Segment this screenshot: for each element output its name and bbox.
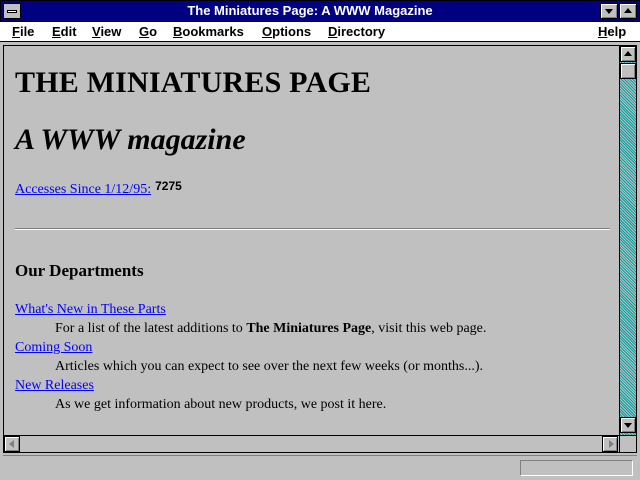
scroll-down-icon xyxy=(624,423,632,428)
horizontal-rule xyxy=(15,228,610,230)
new-releases-description: As we get information about new products… xyxy=(55,397,387,412)
menu-view[interactable]: View xyxy=(92,24,121,39)
access-count: 7275 xyxy=(155,179,182,193)
maximize-button[interactable] xyxy=(619,3,637,19)
system-menu-button[interactable] xyxy=(3,3,21,19)
access-counter: Accesses Since 1/12/95: 7275 xyxy=(15,179,182,198)
scroll-up-button[interactable] xyxy=(620,46,636,62)
coming-soon-description: Articles which you can expect to see ove… xyxy=(55,359,484,374)
vertical-scrollbar[interactable] xyxy=(619,46,636,435)
menu-help[interactable]: Help xyxy=(598,24,626,39)
scroll-left-icon xyxy=(9,440,14,448)
menu-go[interactable]: Go xyxy=(139,24,157,39)
menu-bar: File Edit View Go Bookmarks Options Dire… xyxy=(0,22,640,42)
scroll-left-button[interactable] xyxy=(4,436,20,452)
vertical-scroll-thumb[interactable] xyxy=(620,63,636,79)
menu-bookmarks[interactable]: Bookmarks xyxy=(173,24,244,39)
whats-new-link[interactable]: What's New in These Parts xyxy=(15,302,166,318)
page-title: THE MINIATURES PAGE xyxy=(15,66,372,99)
new-releases-link[interactable]: New Releases xyxy=(15,378,94,394)
menu-edit[interactable]: Edit xyxy=(52,24,77,39)
menu-file[interactable]: File xyxy=(12,24,34,39)
minimize-icon xyxy=(605,9,613,14)
menu-directory[interactable]: Directory xyxy=(328,24,385,39)
status-progress-field xyxy=(520,460,633,476)
whats-new-description: For a list of the latest additions to Th… xyxy=(55,321,487,336)
page-subtitle: A WWW magazine xyxy=(15,123,246,156)
scroll-down-button[interactable] xyxy=(620,417,636,433)
status-bar xyxy=(3,455,637,478)
horizontal-scrollbar[interactable] xyxy=(4,435,619,452)
document-frame: THE MINIATURES PAGE A WWW magazine Acces… xyxy=(3,45,637,453)
scroll-up-icon xyxy=(624,51,632,56)
document-area: THE MINIATURES PAGE A WWW magazine Acces… xyxy=(4,46,619,435)
coming-soon-link[interactable]: Coming Soon xyxy=(15,340,92,356)
system-menu-icon xyxy=(7,10,17,13)
scroll-right-button[interactable] xyxy=(602,436,618,452)
window-title: The Miniatures Page: A WWW Magazine xyxy=(187,3,433,18)
scroll-right-icon xyxy=(609,440,614,448)
scrollbar-corner xyxy=(619,435,636,452)
maximize-icon xyxy=(624,8,632,13)
title-bar: The Miniatures Page: A WWW Magazine xyxy=(0,0,640,22)
departments-heading: Our Departments xyxy=(15,261,144,280)
accesses-link[interactable]: Accesses Since 1/12/95: xyxy=(15,182,151,197)
menu-options[interactable]: Options xyxy=(262,24,311,39)
minimize-button[interactable] xyxy=(600,3,618,19)
